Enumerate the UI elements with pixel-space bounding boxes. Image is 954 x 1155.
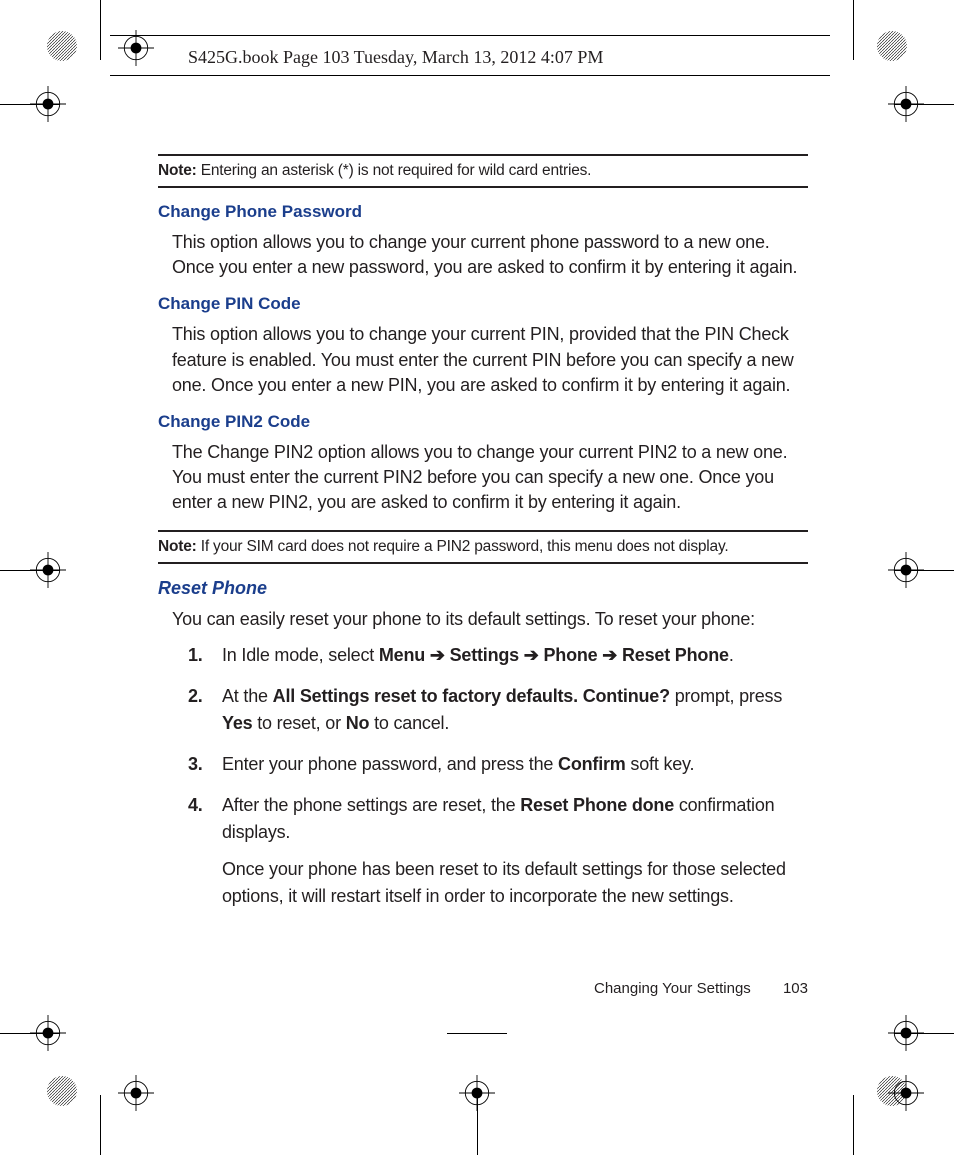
registration-mark-icon	[30, 86, 66, 122]
note-text: Entering an asterisk (*) is not required…	[197, 162, 592, 179]
step-1: 1. In Idle mode, select Menu ➔ Settings …	[188, 642, 808, 669]
step-number: 3.	[188, 751, 203, 778]
step-4: 4. After the phone settings are reset, t…	[188, 792, 808, 910]
heading-change-pin-code: Change PIN Code	[158, 294, 808, 314]
step-4-followup: Once your phone has been reset to its de…	[222, 856, 808, 910]
header-text: S425G.book Page 103 Tuesday, March 13, 2…	[188, 47, 603, 68]
heading-change-pin2-code: Change PIN2 Code	[158, 412, 808, 432]
step-3: 3. Enter your phone password, and press …	[188, 751, 808, 778]
registration-mark-icon	[118, 1075, 154, 1111]
para-change-pin-code: This option allows you to change your cu…	[172, 322, 808, 398]
page-content: Note: Entering an asterisk (*) is not re…	[158, 140, 808, 924]
page-header: S425G.book Page 103 Tuesday, March 13, 2…	[110, 35, 924, 75]
heading-reset-phone: Reset Phone	[158, 578, 808, 599]
reset-steps-list: 1. In Idle mode, select Menu ➔ Settings …	[188, 642, 808, 910]
heading-change-phone-password: Change Phone Password	[158, 202, 808, 222]
registration-mark-icon	[888, 552, 924, 588]
registration-mark-icon	[888, 1015, 924, 1051]
step-number: 1.	[188, 642, 203, 669]
corner-ornament-icon	[876, 1075, 908, 1107]
corner-ornament-icon	[46, 1075, 78, 1107]
corner-ornament-icon	[46, 30, 78, 62]
para-reset-phone: You can easily reset your phone to its d…	[172, 607, 808, 632]
para-change-pin2-code: The Change PIN2 option allows you to cha…	[172, 440, 808, 516]
footer-page-number: 103	[783, 980, 808, 997]
page-footer: Changing Your Settings 103	[158, 980, 808, 997]
registration-mark-icon	[30, 1015, 66, 1051]
note-asterisk: Note: Entering an asterisk (*) is not re…	[158, 154, 808, 188]
registration-mark-icon	[459, 1075, 495, 1111]
registration-mark-icon	[888, 86, 924, 122]
note-label: Note:	[158, 162, 197, 179]
step-number: 4.	[188, 792, 203, 819]
note-label: Note:	[158, 538, 197, 555]
note-text: If your SIM card does not require a PIN2…	[197, 538, 729, 555]
step-2: 2. At the All Settings reset to factory …	[188, 683, 808, 737]
para-change-phone-password: This option allows you to change your cu…	[172, 230, 808, 280]
footer-section: Changing Your Settings	[594, 980, 751, 997]
note-pin2: Note: If your SIM card does not require …	[158, 530, 808, 564]
registration-mark-icon	[30, 552, 66, 588]
step-number: 2.	[188, 683, 203, 710]
